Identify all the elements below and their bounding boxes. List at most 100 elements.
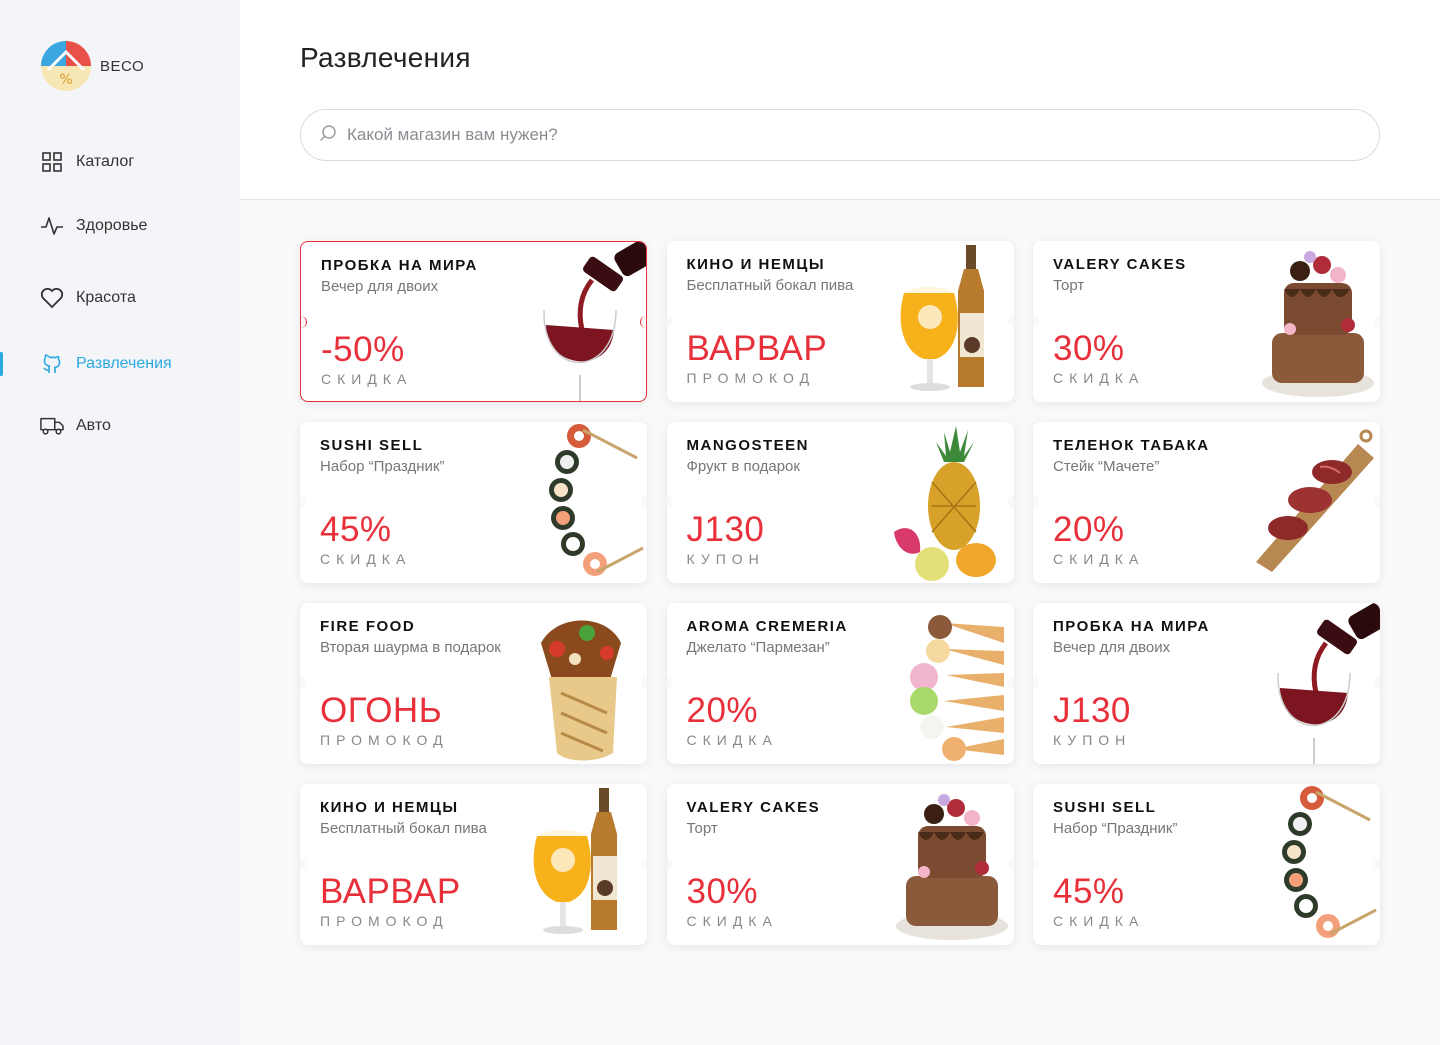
sidebar-item-label: Авто (76, 417, 111, 434)
card-promo-type: СКИДКА (686, 732, 778, 748)
wine-icon (1250, 603, 1380, 764)
card-notch (1033, 677, 1039, 689)
card-promo-type: СКИДКА (1053, 370, 1145, 386)
shawarma-icon (517, 603, 647, 764)
card-promo-value: J130 (1053, 691, 1131, 730)
card-store-name: VALERY CAKES (686, 799, 821, 816)
icecream-icon (884, 603, 1014, 764)
card-description: Стейк “Мачете” (1053, 458, 1160, 475)
sidebar-item-catalog[interactable]: Каталог (0, 142, 240, 182)
card-notch (666, 677, 673, 689)
card-promo-value: 20% (686, 691, 759, 730)
card-promo-value: 45% (320, 510, 392, 549)
sidebar-item-beauty[interactable]: Красота (0, 278, 240, 318)
sidebar-item-label: Здоровье (76, 217, 148, 234)
card-store-name: SUSHI SELL (320, 437, 424, 454)
card-notch (1033, 496, 1039, 508)
offer-card[interactable]: FIRE FOOD Вторая шаурма в подарок ОГОНЬ ПРО… (300, 603, 647, 764)
card-promo-type: ПРОМОКОД (320, 732, 449, 748)
offer-card[interactable]: ПРОБКА НА МИРА Вечер для двоих -50% СКИДКА (300, 241, 647, 402)
search-bar[interactable] (300, 109, 1380, 161)
sidebar: % ВЕСО Каталог Здоровье Красота Развлече… (0, 0, 240, 1045)
card-promo-type: СКИДКА (321, 371, 413, 387)
card-notch (300, 496, 306, 508)
card-store-name: VALERY CAKES (1053, 256, 1187, 273)
offer-card[interactable]: SUSHI SELL Набор “Праздник” 45% СКИДКА (300, 422, 647, 583)
github-icon (40, 352, 64, 376)
card-promo-value: 30% (686, 872, 759, 911)
card-store-name: ПРОБКА НА МИРА (1053, 618, 1210, 635)
app-logo[interactable]: % ВЕСО (40, 40, 144, 92)
offer-card[interactable]: MANGOSTEEN Фрукт в подарок J130 КУПОН (666, 422, 1014, 583)
card-store-name: FIRE FOOD (320, 618, 416, 635)
offer-card[interactable]: КИНО И НЕМЦЫ Бесплатный бокал пива ВАРВАР П… (666, 241, 1014, 402)
offer-card[interactable]: ТЕЛЕНОК ТАБАКА Стейк “Мачете” 20% СКИДКА (1033, 422, 1380, 583)
active-indicator (0, 352, 3, 376)
sidebar-item-entertainment[interactable]: Развлечения (0, 344, 240, 384)
card-description: Бесплатный бокал пива (320, 820, 487, 837)
wine-icon (516, 241, 646, 401)
card-notch (666, 858, 673, 870)
card-notch (300, 858, 306, 870)
card-promo-value: 30% (1053, 329, 1125, 368)
card-store-name: КИНО И НЕМЦЫ (686, 256, 826, 273)
card-promo-value: ОГОНЬ (320, 691, 443, 730)
card-description: Бесплатный бокал пива (686, 277, 854, 294)
card-promo-type: КУПОН (1053, 732, 1132, 748)
card-description: Набор “Праздник” (320, 458, 445, 475)
card-description: Вечер для двоих (321, 278, 439, 295)
sidebar-item-label: Каталог (76, 153, 135, 170)
card-promo-type: СКИДКА (320, 551, 412, 567)
svg-text:%: % (59, 72, 72, 88)
card-promo-value: ВАРВАР (320, 872, 461, 911)
sidebar-item-auto[interactable]: Авто (0, 406, 240, 446)
sidebar-item-label: Развлечения (76, 355, 172, 372)
card-notch (300, 677, 306, 689)
offer-card[interactable]: VALERY CAKES Торт 30% СКИДКА (666, 784, 1014, 945)
offer-card[interactable]: SUSHI SELL Набор “Праздник” 45% СКИДКА (1033, 784, 1380, 945)
card-promo-value: 45% (1053, 872, 1125, 911)
card-promo-type: СКИДКА (1053, 913, 1145, 929)
steak-icon (1250, 422, 1380, 583)
offer-card[interactable]: VALERY CAKES Торт 30% СКИДКА (1033, 241, 1380, 402)
card-promo-type: ПРОМОКОД (320, 913, 449, 929)
card-promo-value: ВАРВАР (686, 329, 828, 368)
card-description: Вечер для двоих (1053, 639, 1171, 656)
card-promo-value: -50% (321, 330, 405, 369)
sushi-icon (517, 422, 647, 583)
truck-icon (40, 414, 64, 438)
sushi-icon (1250, 784, 1380, 945)
card-description: Торт (1053, 277, 1085, 294)
logo-icon: % (40, 40, 92, 92)
card-store-name: ПРОБКА НА МИРА (321, 257, 478, 274)
card-notch (666, 496, 673, 508)
fruit-icon (884, 422, 1014, 583)
offer-card[interactable]: ПРОБКА НА МИРА Вечер для двоих J130 КУПОН (1033, 603, 1380, 764)
card-promo-value: 20% (1053, 510, 1125, 549)
page-title: Развлечения (300, 42, 471, 73)
card-description: Джелато “Пармезан” (686, 639, 830, 656)
card-notch (666, 315, 673, 327)
heart-icon (40, 286, 64, 310)
offer-card[interactable]: КИНО И НЕМЦЫ Бесплатный бокал пива ВАРВАР П… (300, 784, 647, 945)
card-description: Вторая шаурма в подарок (320, 639, 501, 656)
card-description: Набор “Праздник” (1053, 820, 1178, 837)
grid-icon (40, 150, 64, 174)
cake-icon (1250, 241, 1380, 402)
card-promo-type: СКИДКА (686, 913, 778, 929)
card-notch (301, 316, 307, 328)
card-description: Фрукт в подарок (686, 458, 800, 475)
search-icon (319, 124, 337, 147)
card-description: Торт (686, 820, 718, 837)
beer-icon (884, 241, 1014, 402)
card-store-name: AROMA CREMERIA (686, 618, 848, 635)
beer-icon (517, 784, 647, 945)
card-promo-value: J130 (686, 510, 765, 549)
pulse-icon (40, 214, 64, 238)
card-promo-type: КУПОН (686, 551, 765, 567)
sidebar-item-health[interactable]: Здоровье (0, 206, 240, 246)
card-store-name: КИНО И НЕМЦЫ (320, 799, 459, 816)
card-promo-type: СКИДКА (1053, 551, 1145, 567)
offer-card[interactable]: AROMA CREMERIA Джелато “Пармезан” 20% СКИДК… (666, 603, 1014, 764)
search-input[interactable] (347, 125, 1247, 145)
